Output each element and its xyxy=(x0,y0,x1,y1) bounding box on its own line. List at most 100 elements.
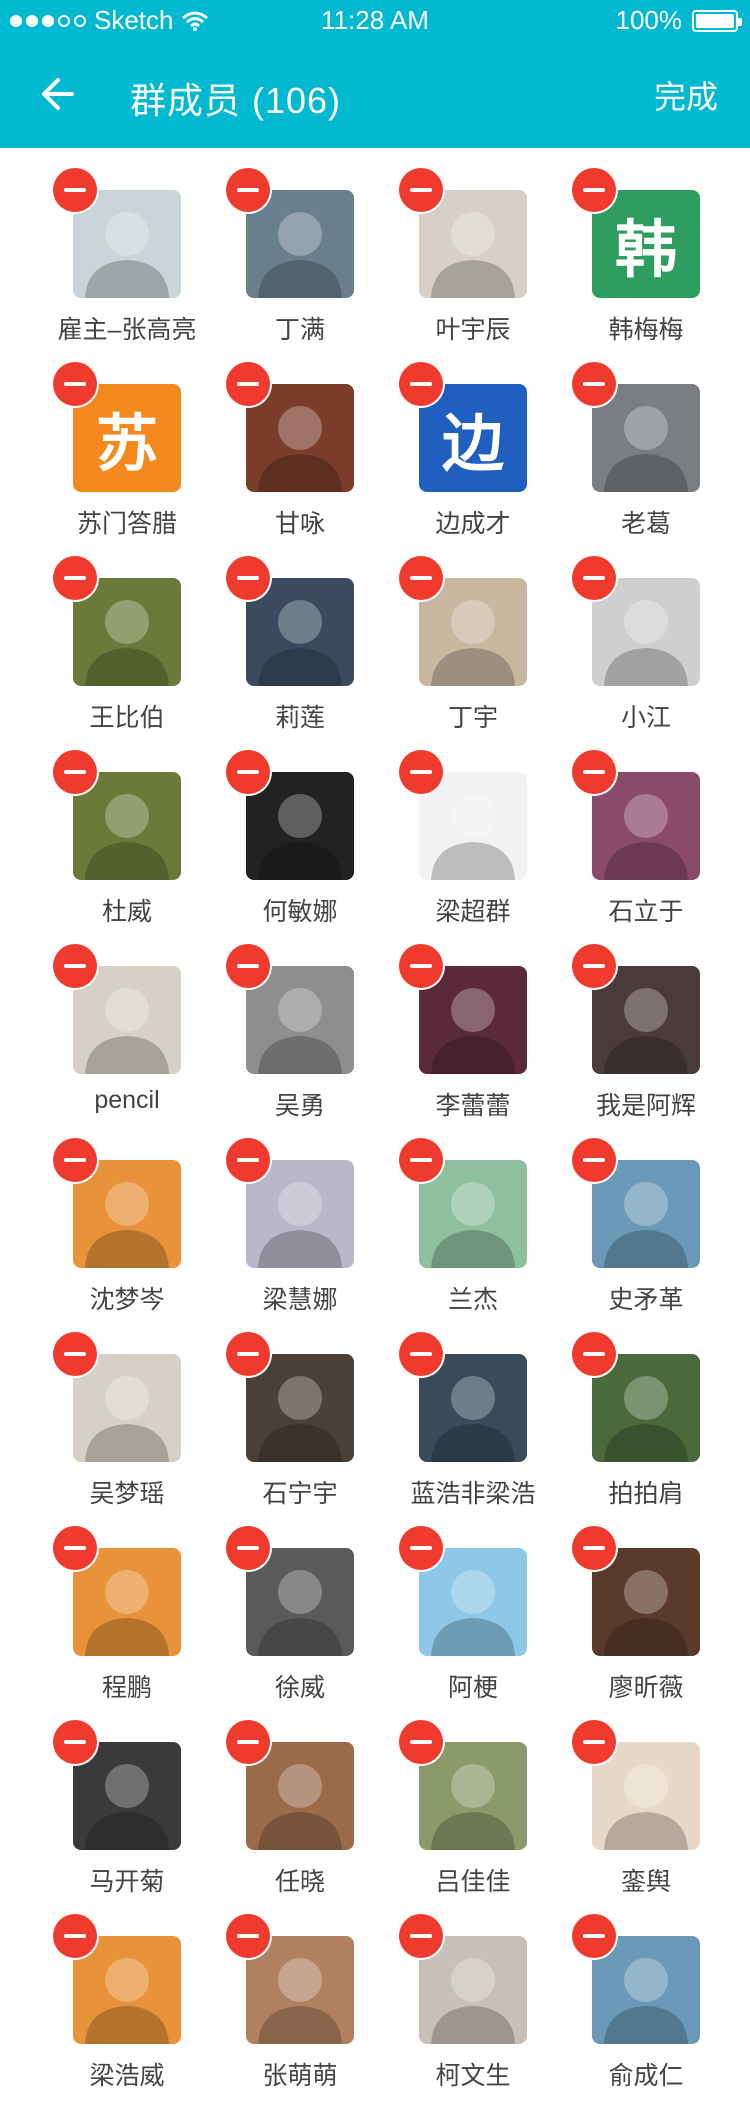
member-item[interactable]: 苏苏门答腊 xyxy=(53,342,225,538)
member-item[interactable]: 何敏娜 xyxy=(226,730,398,926)
remove-member-icon[interactable] xyxy=(53,750,97,794)
status-bar: Sketch 11:28 AM 100% xyxy=(0,0,750,40)
remove-member-icon[interactable] xyxy=(399,1914,443,1958)
remove-member-icon[interactable] xyxy=(399,362,443,406)
minus-icon xyxy=(64,1934,86,1938)
remove-member-icon[interactable] xyxy=(226,1526,270,1570)
remove-member-icon[interactable] xyxy=(53,1526,97,1570)
member-item[interactable]: 王比伯 xyxy=(53,536,225,732)
member-item[interactable]: 杜威 xyxy=(53,730,225,926)
remove-member-icon[interactable] xyxy=(53,1914,97,1958)
member-item[interactable]: 边边成才 xyxy=(399,342,571,538)
remove-member-icon[interactable] xyxy=(572,168,616,212)
minus-icon xyxy=(583,576,605,580)
member-item[interactable]: 史矛革 xyxy=(572,1118,744,1314)
member-item[interactable]: 小江 xyxy=(572,536,744,732)
remove-member-icon[interactable] xyxy=(572,362,616,406)
remove-member-icon[interactable] xyxy=(226,362,270,406)
remove-member-icon[interactable] xyxy=(572,1332,616,1376)
member-item[interactable]: 蓝浩非梁浩 xyxy=(399,1312,571,1508)
member-item[interactable]: 石立于 xyxy=(572,730,744,926)
minus-icon xyxy=(410,188,432,192)
member-item[interactable]: 兰杰 xyxy=(399,1118,571,1314)
remove-member-icon[interactable] xyxy=(226,556,270,600)
remove-member-icon[interactable] xyxy=(572,750,616,794)
member-item[interactable]: 莉莲 xyxy=(226,536,398,732)
remove-member-icon[interactable] xyxy=(572,1138,616,1182)
minus-icon xyxy=(410,1740,432,1744)
remove-member-icon[interactable] xyxy=(53,1720,97,1764)
member-item[interactable]: 阿梗 xyxy=(399,1506,571,1702)
member-item[interactable]: 俞成仁 xyxy=(572,1894,744,2090)
minus-icon xyxy=(583,1740,605,1744)
remove-member-icon[interactable] xyxy=(226,1138,270,1182)
minus-icon xyxy=(237,1352,259,1356)
remove-member-icon[interactable] xyxy=(572,1526,616,1570)
minus-icon xyxy=(237,576,259,580)
member-name: 边成才 xyxy=(435,510,511,538)
member-item[interactable]: 拍拍肩 xyxy=(572,1312,744,1508)
member-name: 拍拍肩 xyxy=(608,1480,684,1508)
remove-member-icon[interactable] xyxy=(226,1720,270,1764)
remove-member-icon[interactable] xyxy=(399,168,443,212)
member-item[interactable]: 梁慧娜 xyxy=(226,1118,398,1314)
remove-member-icon[interactable] xyxy=(53,944,97,988)
remove-member-icon[interactable] xyxy=(572,1720,616,1764)
remove-member-icon[interactable] xyxy=(53,1332,97,1376)
member-name: 蓝浩非梁浩 xyxy=(410,1480,536,1508)
remove-member-icon[interactable] xyxy=(399,750,443,794)
member-item[interactable]: 我是阿辉 xyxy=(572,924,744,1120)
remove-member-icon[interactable] xyxy=(226,168,270,212)
member-item[interactable]: 石宁宇 xyxy=(226,1312,398,1508)
done-button[interactable]: 完成 xyxy=(654,72,718,118)
remove-member-icon[interactable] xyxy=(399,1332,443,1376)
remove-member-icon[interactable] xyxy=(399,944,443,988)
remove-member-icon[interactable] xyxy=(226,750,270,794)
remove-member-icon[interactable] xyxy=(399,1720,443,1764)
remove-member-icon[interactable] xyxy=(572,1914,616,1958)
member-item[interactable]: 任晓 xyxy=(226,1700,398,1896)
minus-icon xyxy=(410,382,432,386)
remove-member-icon[interactable] xyxy=(399,1138,443,1182)
member-item[interactable]: 沈梦岑 xyxy=(53,1118,225,1314)
member-item[interactable]: 吕佳佳 xyxy=(399,1700,571,1896)
remove-member-icon[interactable] xyxy=(53,556,97,600)
remove-member-icon[interactable] xyxy=(53,1138,97,1182)
member-item[interactable]: 老葛 xyxy=(572,342,744,538)
member-item[interactable]: 叶宇辰 xyxy=(399,148,571,344)
member-item[interactable]: 张萌萌 xyxy=(226,1894,398,2090)
member-item[interactable]: 吴勇 xyxy=(226,924,398,1120)
minus-icon xyxy=(583,1158,605,1162)
remove-member-icon[interactable] xyxy=(572,556,616,600)
member-name: 程鹏 xyxy=(101,1674,152,1702)
member-name: 马开菊 xyxy=(89,1868,165,1896)
back-arrow-icon[interactable] xyxy=(36,74,76,114)
remove-member-icon[interactable] xyxy=(226,1332,270,1376)
member-item[interactable]: 丁宇 xyxy=(399,536,571,732)
member-item[interactable]: 李蕾蕾 xyxy=(399,924,571,1120)
member-item[interactable]: pencil xyxy=(53,924,225,1118)
member-item[interactable]: 梁浩威 xyxy=(53,1894,225,2090)
member-name: 张萌萌 xyxy=(262,2062,338,2090)
remove-member-icon[interactable] xyxy=(399,556,443,600)
remove-member-icon[interactable] xyxy=(226,944,270,988)
minus-icon xyxy=(410,770,432,774)
remove-member-icon[interactable] xyxy=(226,1914,270,1958)
member-item[interactable]: 程鹏 xyxy=(53,1506,225,1702)
remove-member-icon[interactable] xyxy=(572,944,616,988)
member-item[interactable]: 丁满 xyxy=(226,148,398,344)
remove-member-icon[interactable] xyxy=(53,362,97,406)
member-item[interactable]: 甘咏 xyxy=(226,342,398,538)
member-item[interactable]: 马开菊 xyxy=(53,1700,225,1896)
member-item[interactable]: 徐威 xyxy=(226,1506,398,1702)
member-item[interactable]: 韩韩梅梅 xyxy=(572,148,744,344)
remove-member-icon[interactable] xyxy=(399,1526,443,1570)
member-item[interactable]: 吴梦瑶 xyxy=(53,1312,225,1508)
remove-member-icon[interactable] xyxy=(53,168,97,212)
member-item[interactable]: 梁超群 xyxy=(399,730,571,926)
member-item[interactable]: 柯文生 xyxy=(399,1894,571,2090)
member-item[interactable]: 雇主–张高亮 xyxy=(53,148,225,344)
member-item[interactable]: 廖昕薇 xyxy=(572,1506,744,1702)
member-name: 甘咏 xyxy=(274,510,325,538)
member-item[interactable]: 銮舆 xyxy=(572,1700,744,1896)
